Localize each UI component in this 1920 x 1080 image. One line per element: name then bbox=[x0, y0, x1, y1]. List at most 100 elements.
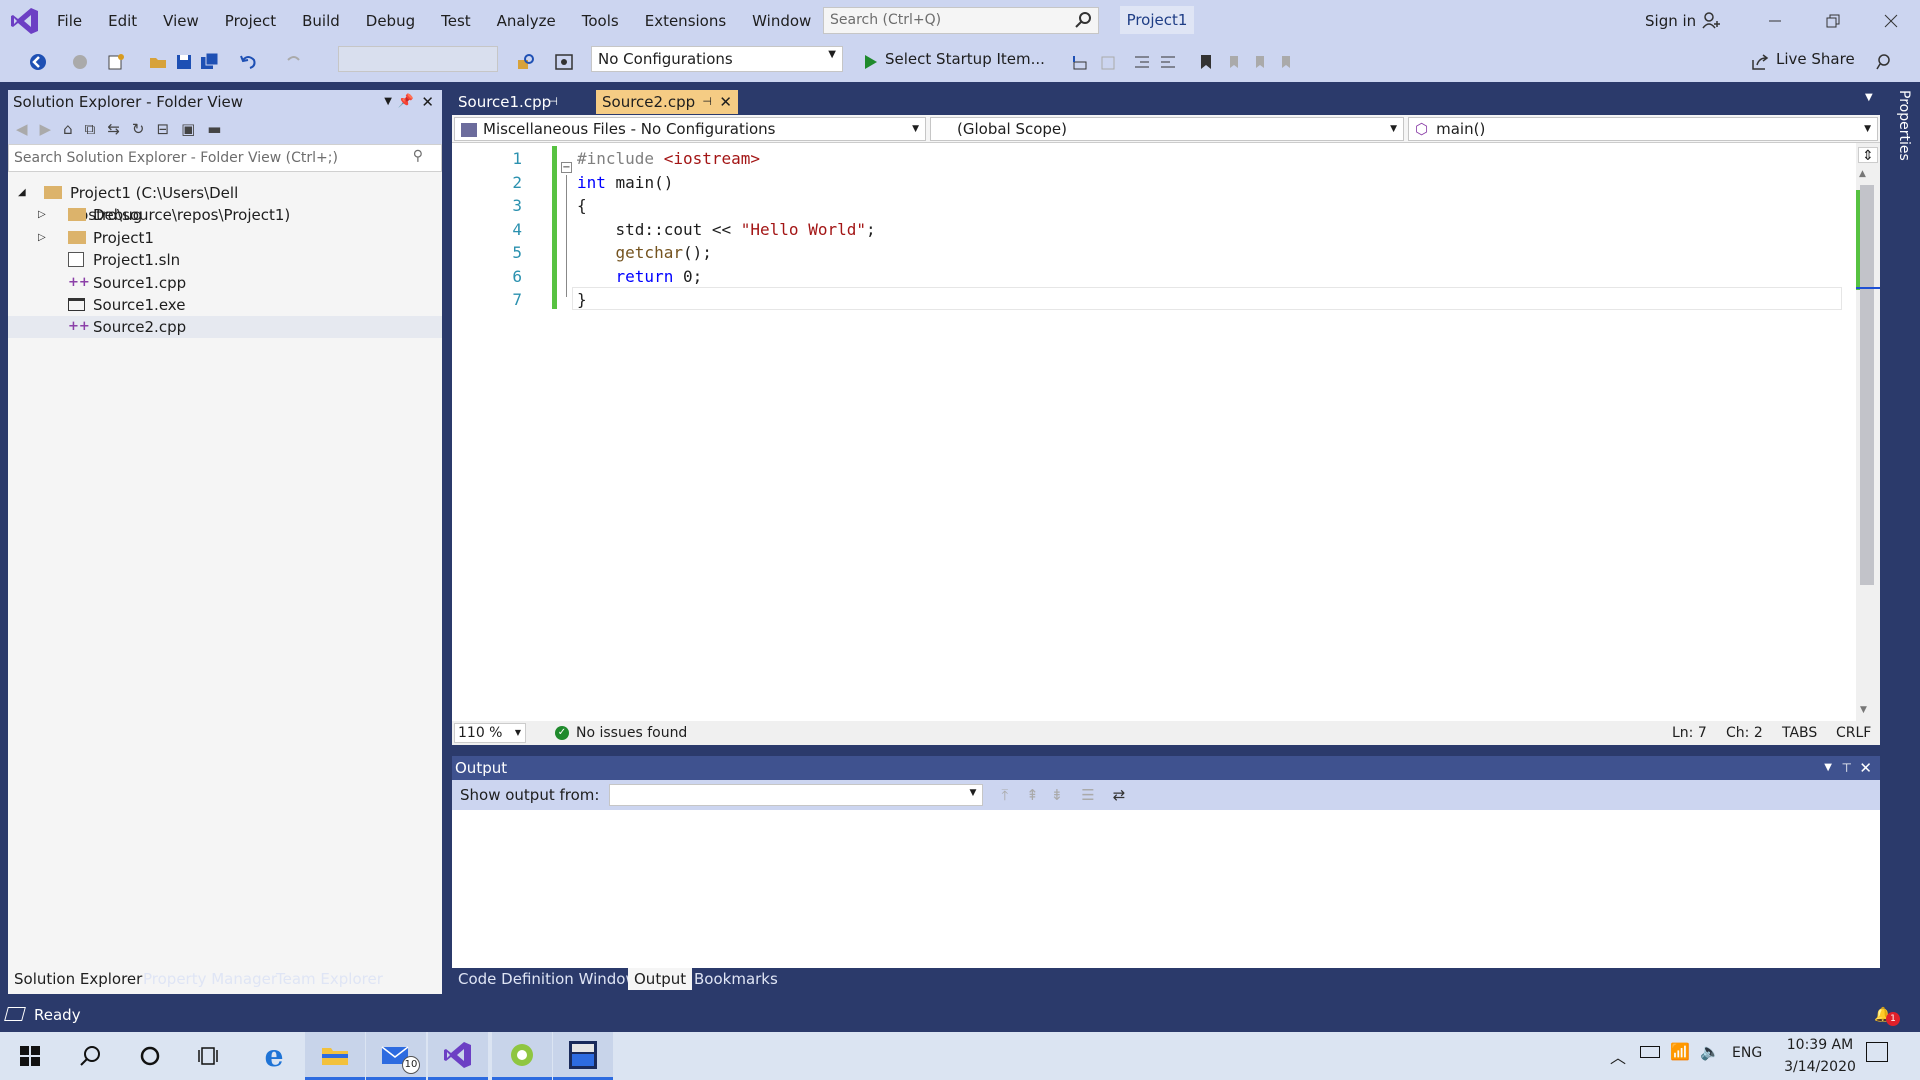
mail-app[interactable]: 10 bbox=[366, 1032, 426, 1080]
pin-icon[interactable]: ⊤ bbox=[1842, 756, 1852, 780]
scroll-down-icon[interactable]: ▼ bbox=[1860, 705, 1867, 715]
prev-message-icon[interactable]: ⇞ bbox=[1026, 786, 1039, 804]
collapse-region-icon[interactable]: − bbox=[561, 162, 572, 173]
clear-all-icon[interactable]: ☰ bbox=[1081, 786, 1094, 804]
code-text[interactable]: int main() bbox=[577, 171, 673, 194]
tree-item-source1-cpp[interactable]: ++ Source1.cpp bbox=[8, 272, 442, 294]
properties-side-tab[interactable]: Properties bbox=[1884, 90, 1912, 180]
tab-bookmarks[interactable]: Bookmarks bbox=[688, 968, 784, 990]
tab-overflow-icon[interactable]: ▼ bbox=[1865, 92, 1873, 103]
devcpp-app[interactable] bbox=[553, 1032, 613, 1080]
switch-views-icon[interactable]: ⧉ bbox=[85, 120, 96, 138]
indent-icon[interactable] bbox=[1158, 52, 1178, 72]
tree-item-debug[interactable]: ▷ Debug bbox=[8, 204, 442, 226]
search-taskbar-button[interactable] bbox=[60, 1032, 120, 1080]
close-button[interactable] bbox=[1862, 0, 1920, 42]
pin-icon[interactable]: 📌 bbox=[398, 90, 414, 114]
pin-icon[interactable]: ⊣ bbox=[548, 90, 558, 114]
language-indicator[interactable]: ENG bbox=[1732, 1045, 1762, 1061]
indent-mode[interactable]: TABS bbox=[1782, 721, 1817, 745]
scope-combo[interactable]: (Global Scope) ▼ bbox=[930, 117, 1404, 141]
tree-item-sln[interactable]: Project1.sln bbox=[8, 249, 442, 271]
add-user-icon[interactable] bbox=[1702, 11, 1720, 29]
expanded-arrow-icon[interactable]: ◢ bbox=[18, 182, 26, 204]
startup-item-button[interactable]: Select Startup Item... bbox=[885, 46, 1045, 72]
clear-bookmarks-icon[interactable] bbox=[1276, 52, 1296, 72]
open-folder-icon[interactable] bbox=[148, 52, 168, 72]
tree-item-source2-cpp[interactable]: ++ Source2.cpp bbox=[8, 316, 442, 338]
go-to-location-icon[interactable]: ⤒ bbox=[1001, 786, 1008, 804]
edge-app[interactable]: e bbox=[244, 1032, 304, 1080]
find-in-files-icon[interactable] bbox=[516, 52, 536, 72]
live-share-button[interactable]: Live Share bbox=[1776, 46, 1855, 72]
tab-source1-cpp[interactable]: Source1.cpp ⊣ bbox=[452, 90, 564, 114]
refresh-icon[interactable]: ↻ bbox=[132, 120, 145, 138]
next-message-icon[interactable]: ⇟ bbox=[1051, 786, 1064, 804]
step-over-icon[interactable] bbox=[1098, 52, 1118, 72]
cortana-button[interactable] bbox=[120, 1032, 180, 1080]
sync-icon[interactable]: ⇆ bbox=[107, 120, 120, 138]
menu-test[interactable]: Test bbox=[428, 0, 484, 42]
code-text[interactable]: return 0; bbox=[577, 265, 703, 288]
line-ending[interactable]: CRLF bbox=[1836, 721, 1871, 745]
code-area[interactable]: 1 #include <iostream> 2 int main() 3 {4 std::… bbox=[452, 143, 1852, 721]
member-combo[interactable]: ⬡ main() ▼ bbox=[1408, 117, 1878, 141]
back-icon[interactable]: ◀ bbox=[16, 120, 28, 138]
output-source-combo[interactable]: ▼ bbox=[609, 784, 984, 806]
menu-view[interactable]: View bbox=[150, 0, 212, 42]
menu-tools[interactable]: Tools bbox=[569, 0, 632, 42]
collapsed-arrow-icon[interactable]: ▷ bbox=[38, 227, 46, 249]
chevron-down-icon[interactable]: ▼ bbox=[1824, 756, 1832, 780]
feedback-icon[interactable] bbox=[1874, 52, 1894, 72]
outdent-icon[interactable] bbox=[1132, 52, 1152, 72]
collapsed-arrow-icon[interactable]: ▷ bbox=[38, 204, 46, 226]
close-panel-icon[interactable]: ✕ bbox=[421, 90, 434, 114]
tree-item-project1-folder[interactable]: ▷ Project1 bbox=[8, 227, 442, 249]
word-wrap-icon[interactable]: ⇄ bbox=[1113, 786, 1126, 804]
code-text[interactable]: #include <iostream> bbox=[577, 147, 760, 170]
scroll-up-icon[interactable]: ▲ bbox=[1859, 169, 1866, 179]
menu-extensions[interactable]: Extensions bbox=[632, 0, 739, 42]
forward-icon[interactable]: ▶ bbox=[40, 120, 52, 138]
code-text[interactable]: getchar(); bbox=[577, 241, 712, 264]
step-icon[interactable] bbox=[1070, 52, 1090, 72]
save-icon[interactable] bbox=[174, 52, 194, 72]
tab-solution-explorer[interactable]: Solution Explorer bbox=[8, 968, 149, 990]
prev-bookmark-icon[interactable] bbox=[1224, 52, 1244, 72]
menu-edit[interactable]: Edit bbox=[95, 0, 150, 42]
file-explorer-app[interactable] bbox=[305, 1032, 365, 1080]
new-project-icon[interactable] bbox=[106, 52, 126, 72]
menu-analyze[interactable]: Analyze bbox=[484, 0, 569, 42]
minimize-button[interactable] bbox=[1746, 0, 1804, 42]
project-combo[interactable]: Miscellaneous Files - No Configurations … bbox=[454, 117, 926, 141]
show-all-files-icon[interactable]: ▣ bbox=[181, 120, 195, 138]
bookmark-icon[interactable] bbox=[1196, 52, 1216, 72]
code-text[interactable]: { bbox=[577, 194, 587, 217]
system-clock[interactable]: 10:39 AM 3/14/2020 bbox=[1765, 1034, 1875, 1078]
pin-icon[interactable]: ⊣ bbox=[702, 90, 712, 114]
tab-output[interactable]: Output bbox=[628, 968, 693, 990]
sign-in-link[interactable]: Sign in bbox=[1645, 0, 1696, 42]
collapse-all-icon[interactable]: ⊟ bbox=[157, 120, 170, 138]
menu-debug[interactable]: Debug bbox=[353, 0, 428, 42]
chevron-down-icon[interactable]: ▼ bbox=[384, 90, 392, 114]
start-debug-icon[interactable] bbox=[860, 52, 880, 72]
scrollbar-thumb[interactable] bbox=[1860, 185, 1874, 585]
undo-icon[interactable] bbox=[238, 52, 258, 72]
issues-status[interactable]: No issues found bbox=[576, 721, 687, 745]
tree-item-project-root[interactable]: ◢ Project1 (C:\Users\Dell Vostro\source\… bbox=[8, 182, 442, 224]
codeblocks-app[interactable] bbox=[492, 1032, 552, 1080]
screenshot-icon[interactable] bbox=[554, 52, 574, 72]
next-bookmark-icon[interactable] bbox=[1250, 52, 1270, 72]
visual-studio-app[interactable] bbox=[428, 1032, 488, 1080]
menu-file[interactable]: File bbox=[44, 0, 95, 42]
close-tab-icon[interactable]: ✕ bbox=[719, 90, 732, 114]
menu-build[interactable]: Build bbox=[289, 0, 353, 42]
tab-property-manager[interactable]: Property Manager bbox=[137, 968, 283, 990]
tab-source2-cpp[interactable]: Source2.cpp ⊣ ✕ bbox=[596, 90, 738, 114]
menu-window[interactable]: Window bbox=[739, 0, 824, 42]
start-button[interactable] bbox=[0, 1032, 60, 1080]
menu-project[interactable]: Project bbox=[212, 0, 289, 42]
tab-team-explorer[interactable]: Team Explorer bbox=[270, 968, 389, 990]
properties-icon[interactable]: ▬ bbox=[207, 120, 221, 138]
